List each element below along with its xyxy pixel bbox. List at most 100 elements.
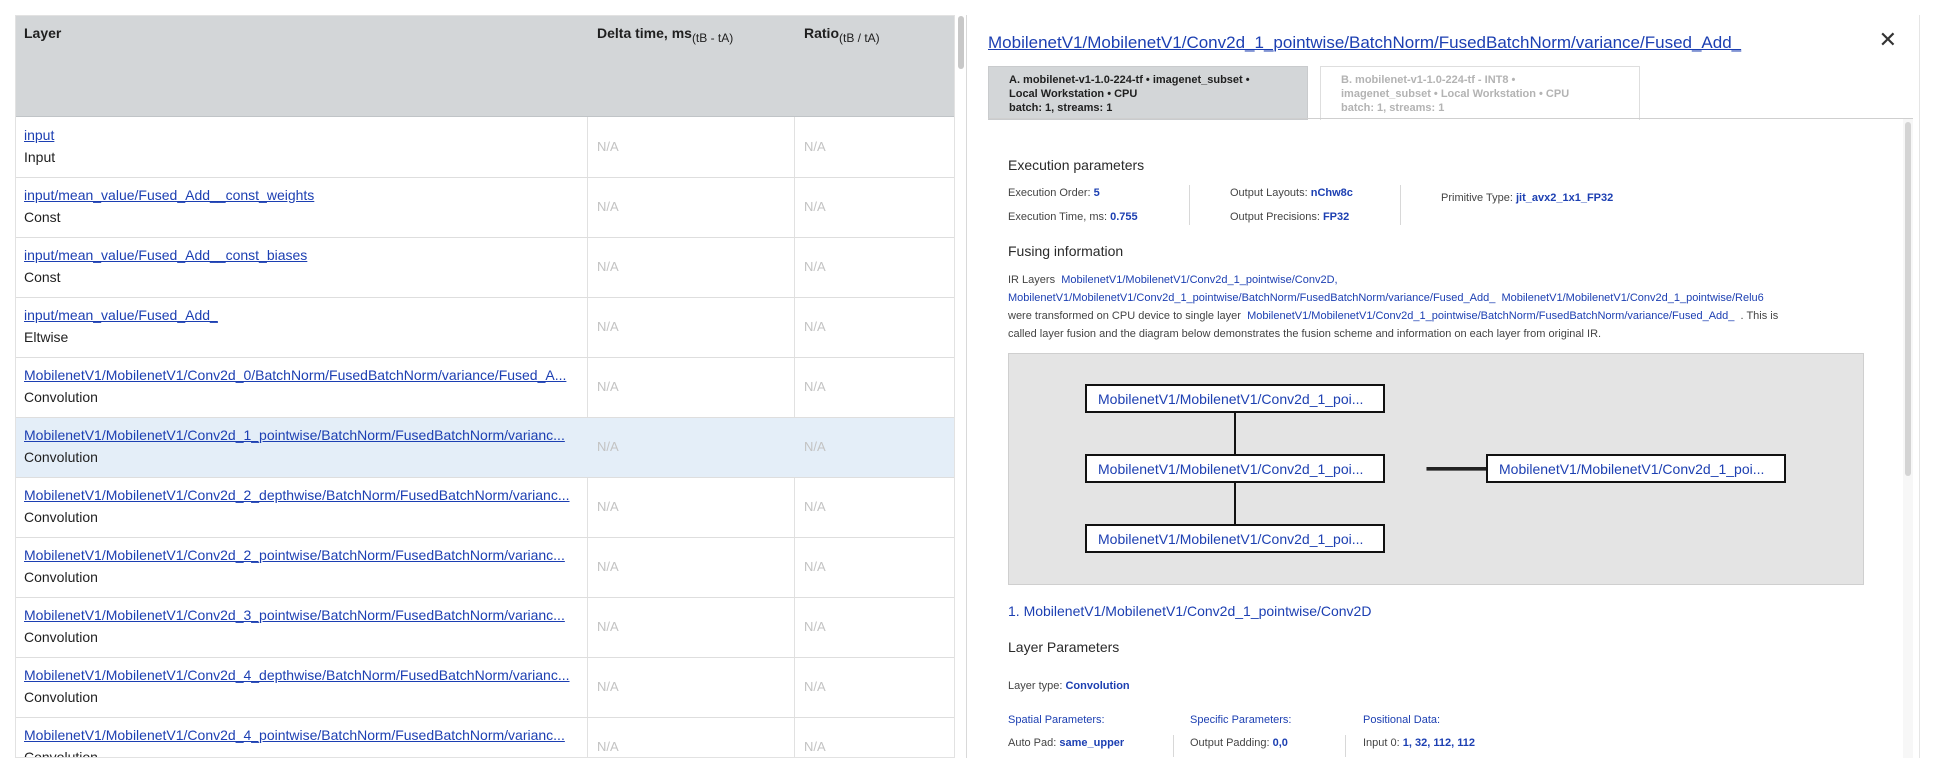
delta-value: N/A (597, 319, 619, 334)
detail-scrollbar[interactable] (1905, 122, 1911, 476)
ratio-value: N/A (804, 199, 826, 214)
tab-b-line1: B. mobilenet-v1-1.0-224-tf - INT8 • (1341, 74, 1516, 86)
ratio-value: N/A (804, 139, 826, 154)
tab-a-line1: A. mobilenet-v1-1.0-224-tf • imagenet_su… (1009, 74, 1250, 86)
tab-b-line3: batch: 1, streams: 1 (1341, 102, 1445, 114)
ir-layer-link[interactable]: MobilenetV1/MobilenetV1/Conv2d_1_pointwi… (1501, 292, 1763, 304)
delta-value: N/A (597, 439, 619, 454)
table-row[interactable]: input/mean_value/Fused_Add__const_weight… (16, 178, 954, 238)
layer-name-link[interactable]: MobilenetV1/MobilenetV1/Conv2d_4_depthwi… (24, 667, 586, 683)
table-row[interactable]: input Input N/A N/A (16, 118, 954, 178)
input0-param: Input 0: 1, 32, 112, 112 (1363, 737, 1475, 749)
layer-name-link[interactable]: MobilenetV1/MobilenetV1/Conv2d_2_pointwi… (24, 547, 586, 563)
layer-type: Convolution (24, 389, 98, 405)
table-row[interactable]: MobilenetV1/MobilenetV1/Conv2d_4_pointwi… (16, 718, 954, 757)
header-layer[interactable]: Layer (24, 25, 61, 41)
spatial-params-title: Spatial Parameters: (1008, 714, 1105, 726)
delta-value: N/A (597, 499, 619, 514)
table-body: input Input N/A N/A input/mean_value/Fus… (16, 118, 954, 757)
specific-params-title: Specific Parameters: (1190, 714, 1292, 726)
layer-name-link[interactable]: input/mean_value/Fused_Add__const_weight… (24, 187, 586, 203)
layer-type: Convolution (24, 449, 98, 465)
diagram-node[interactable]: MobilenetV1/MobilenetV1/Conv2d_1_poi... (1085, 524, 1385, 553)
fusing-description: IR Layers MobilenetV1/MobilenetV1/Conv2d… (1008, 274, 1779, 340)
delta-value: N/A (597, 379, 619, 394)
ratio-value: N/A (804, 499, 826, 514)
table-row[interactable]: MobilenetV1/MobilenetV1/Conv2d_2_pointwi… (16, 538, 954, 598)
layer-detail-panel: MobilenetV1/MobilenetV1/Conv2d_1_pointwi… (968, 15, 1920, 758)
delta-value: N/A (597, 559, 619, 574)
ir-layer-link[interactable]: MobilenetV1/MobilenetV1/Conv2d_1_pointwi… (1061, 274, 1337, 286)
tab-project-a[interactable]: A. mobilenet-v1-1.0-224-tf • imagenet_su… (988, 66, 1308, 120)
layer-name-link[interactable]: input/mean_value/Fused_Add_ (24, 307, 586, 323)
detail-title-link[interactable]: MobilenetV1/MobilenetV1/Conv2d_1_pointwi… (988, 33, 1741, 53)
layer-name-link[interactable]: MobilenetV1/MobilenetV1/Conv2d_2_depthwi… (24, 487, 586, 503)
table-row[interactable]: input/mean_value/Fused_Add_ Eltwise N/A … (16, 298, 954, 358)
layer-type-param: Layer type: Convolution (1008, 680, 1130, 692)
layer-type: Convolution (24, 569, 98, 585)
layer-type: Input (24, 149, 56, 165)
ratio-value: N/A (804, 559, 826, 574)
execution-order: Execution Order: 5 (1008, 187, 1100, 199)
delta-value: N/A (597, 139, 619, 154)
layer-type: Eltwise (24, 329, 69, 345)
primitive-type: Primitive Type: jit_avx2_1x1_FP32 (1441, 192, 1614, 204)
table-row[interactable]: MobilenetV1/MobilenetV1/Conv2d_4_depthwi… (16, 658, 954, 718)
param-divider (1189, 185, 1190, 225)
table-row[interactable]: input/mean_value/Fused_Add__const_biases… (16, 238, 954, 298)
delta-value: N/A (597, 259, 619, 274)
layer-params-title: Layer Parameters (1008, 639, 1120, 655)
close-icon[interactable]: ✕ (1879, 27, 1897, 53)
param-divider (1173, 735, 1174, 757)
tab-a-line2: Local Workstation • CPU (1009, 88, 1138, 100)
tab-project-b[interactable]: B. mobilenet-v1-1.0-224-tf - INT8 • imag… (1320, 66, 1640, 120)
tab-b-line2: imagenet_subset • Local Workstation • CP… (1341, 88, 1570, 100)
layer-type: Const (24, 269, 61, 285)
layer-name-link[interactable]: MobilenetV1/MobilenetV1/Conv2d_4_pointwi… (24, 727, 586, 743)
table-scrollbar[interactable] (958, 16, 964, 69)
execution-params-title: Execution parameters (1008, 157, 1145, 173)
auto-pad-param: Auto Pad: same_upper (1008, 737, 1125, 749)
layer-name-link[interactable]: MobilenetV1/MobilenetV1/Conv2d_0/BatchNo… (24, 367, 586, 383)
layer-name-link[interactable]: MobilenetV1/MobilenetV1/Conv2d_3_pointwi… (24, 607, 586, 623)
tab-a-line3: batch: 1, streams: 1 (1009, 102, 1113, 114)
ratio-value: N/A (804, 319, 826, 334)
header-ratio[interactable]: Ratio(tB / tA) (804, 25, 880, 45)
ratio-value: N/A (804, 259, 826, 274)
header-delta-time[interactable]: Delta time, ms(tB - tA) (597, 25, 733, 45)
param-divider (1400, 185, 1401, 225)
layer-type: Convolution (24, 689, 98, 705)
diagram-node[interactable]: MobilenetV1/MobilenetV1/Conv2d_1_poi... (1085, 384, 1385, 413)
ir-layer-link[interactable]: MobilenetV1/MobilenetV1/Conv2d_1_pointwi… (1008, 292, 1495, 304)
fusion-diagram: MobilenetV1/MobilenetV1/Conv2d_1_poi... … (1008, 353, 1864, 585)
diagram-edge (1234, 483, 1236, 524)
layer-name-link[interactable]: input/mean_value/Fused_Add__const_biases (24, 247, 586, 263)
layer-type: Const (24, 209, 61, 225)
ratio-value: N/A (804, 739, 826, 754)
ir-layer-heading-link[interactable]: 1. MobilenetV1/MobilenetV1/Conv2d_1_poin… (1008, 603, 1371, 619)
layers-table: Layer Delta time, ms(tB - tA) Ratio(tB /… (15, 15, 955, 758)
table-row-selected[interactable]: MobilenetV1/MobilenetV1/Conv2d_1_pointwi… (16, 418, 954, 478)
fused-layer-link[interactable]: MobilenetV1/MobilenetV1/Conv2d_1_pointwi… (1247, 310, 1734, 322)
table-row[interactable]: MobilenetV1/MobilenetV1/Conv2d_0/BatchNo… (16, 358, 954, 418)
diagram-edge (1234, 413, 1236, 454)
output-layouts: Output Layouts: nChw8c (1230, 187, 1353, 199)
tab-underline (988, 118, 1913, 119)
layer-type: Convolution (24, 509, 98, 525)
positional-data-title: Positional Data: (1363, 714, 1441, 726)
delta-value: N/A (597, 199, 619, 214)
layer-name-link[interactable]: MobilenetV1/MobilenetV1/Conv2d_1_pointwi… (24, 427, 586, 443)
ratio-value: N/A (804, 679, 826, 694)
delta-value: N/A (597, 739, 619, 754)
execution-time: Execution Time, ms: 0.755 (1008, 211, 1138, 223)
diagram-result-node[interactable]: MobilenetV1/MobilenetV1/Conv2d_1_poi... (1486, 454, 1786, 483)
diagram-node[interactable]: MobilenetV1/MobilenetV1/Conv2d_1_poi... (1085, 454, 1385, 483)
table-row[interactable]: MobilenetV1/MobilenetV1/Conv2d_2_depthwi… (16, 478, 954, 538)
table-row[interactable]: MobilenetV1/MobilenetV1/Conv2d_3_pointwi… (16, 598, 954, 658)
ratio-value: N/A (804, 379, 826, 394)
fusing-info-title: Fusing information (1008, 243, 1124, 259)
layer-name-link[interactable]: input (24, 127, 586, 143)
ratio-value: N/A (804, 619, 826, 634)
pane-divider[interactable] (966, 15, 967, 758)
layer-type: Convolution (24, 629, 98, 645)
